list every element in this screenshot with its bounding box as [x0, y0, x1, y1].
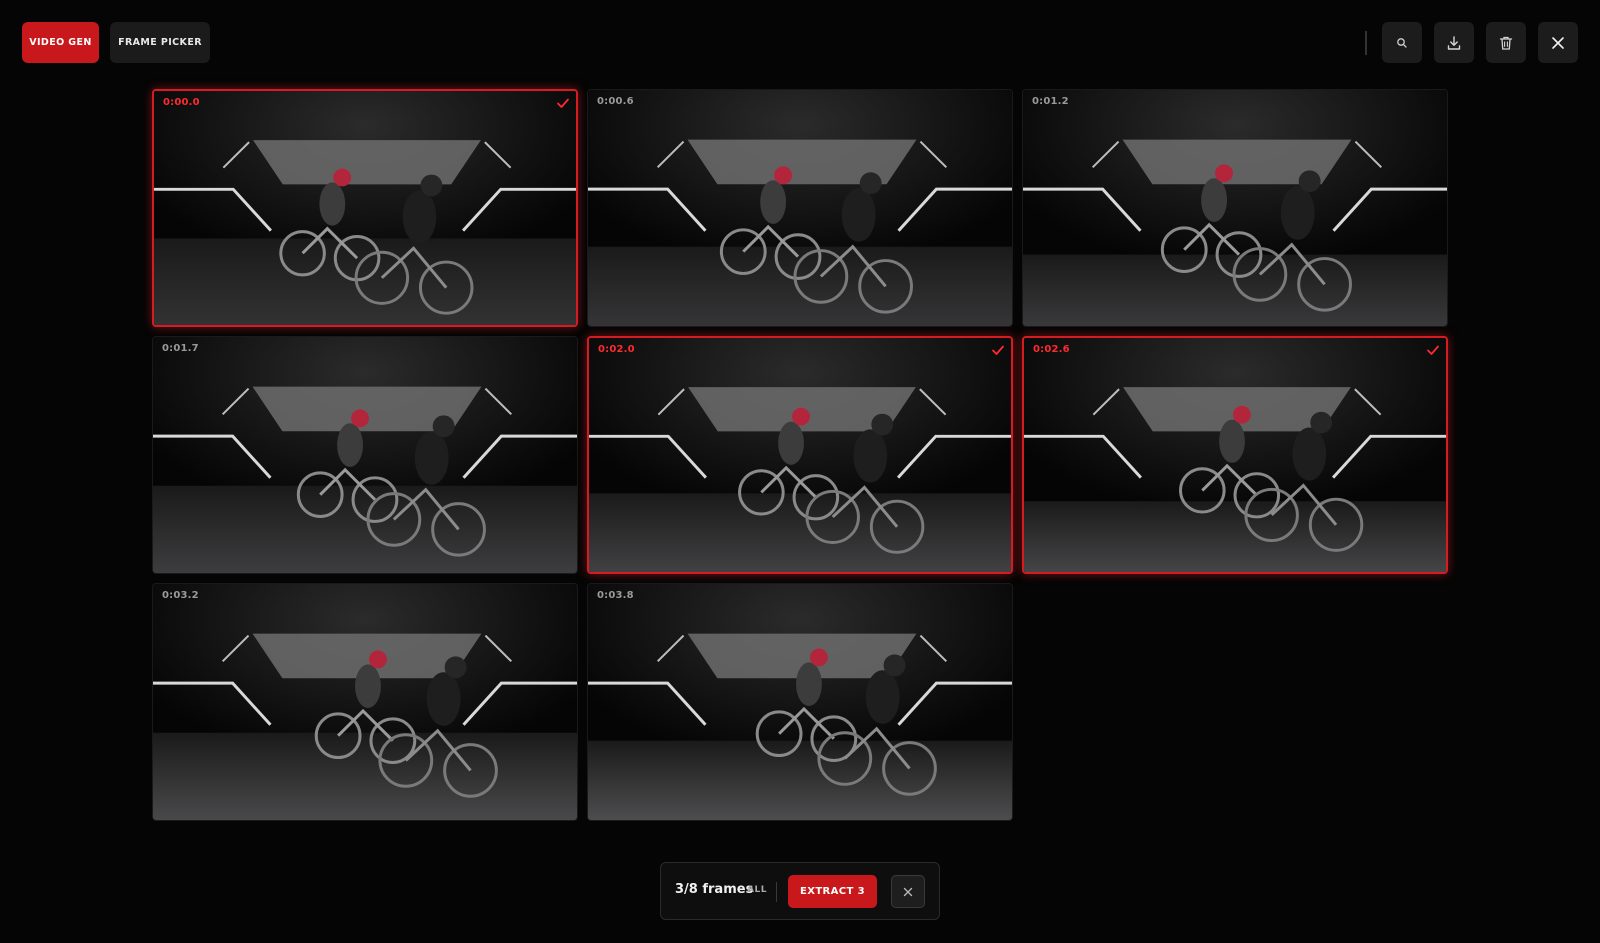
frame-thumbnail — [154, 91, 576, 325]
tab-video-gen[interactable]: VIDEO GEN — [22, 22, 99, 63]
delete-button[interactable] — [1486, 22, 1526, 63]
frame-timestamp: 0:02.6 — [1033, 344, 1070, 355]
frame-timestamp: 0:02.0 — [598, 344, 635, 355]
selection-bar: 3/8 frames ALL EXTRACT 3 — [660, 862, 940, 920]
checkmark-icon — [1427, 345, 1439, 355]
extract-button[interactable]: EXTRACT 3 — [788, 875, 877, 908]
toolbar-divider — [1365, 31, 1367, 55]
frame-tile[interactable]: 0:01.7 — [152, 336, 578, 574]
frame-timestamp: 0:03.8 — [597, 590, 634, 601]
frame-thumbnail — [588, 584, 1012, 820]
tab-frame-picker[interactable]: FRAME PICKER — [110, 22, 210, 63]
search-icon — [1397, 37, 1407, 48]
selection-bar-divider — [776, 882, 777, 902]
frame-tile[interactable]: 0:02.0 — [587, 336, 1013, 574]
frame-tile[interactable]: 0:00.6 — [587, 89, 1013, 327]
frame-tile[interactable]: 0:00.0 — [152, 89, 578, 327]
frame-thumbnail — [1023, 90, 1447, 326]
download-button[interactable] — [1434, 22, 1474, 63]
close-icon — [903, 887, 913, 896]
frame-timestamp: 0:03.2 — [162, 590, 199, 601]
close-icon — [1552, 36, 1564, 49]
close-button[interactable] — [1538, 22, 1578, 63]
frame-timestamp: 0:00.0 — [163, 97, 200, 108]
frame-tile[interactable]: 0:03.2 — [152, 583, 578, 821]
frame-thumbnail — [589, 338, 1011, 572]
frame-tile[interactable]: 0:01.2 — [1022, 89, 1448, 327]
frame-tile[interactable]: 0:02.6 — [1022, 336, 1448, 574]
search-button[interactable] — [1382, 22, 1422, 63]
frame-timestamp: 0:01.7 — [162, 343, 199, 354]
frame-timestamp: 0:00.6 — [597, 96, 634, 107]
frame-thumbnail — [153, 337, 577, 573]
trash-icon — [1499, 36, 1513, 50]
frame-thumbnail — [153, 584, 577, 820]
top-toolbar: VIDEO GEN FRAME PICKER — [0, 0, 1600, 86]
frame-thumbnail — [1024, 338, 1446, 572]
frame-timestamp: 0:01.2 — [1032, 96, 1069, 107]
checkmark-icon — [992, 345, 1004, 355]
frame-thumbnail — [588, 90, 1012, 326]
frame-tile[interactable]: 0:03.8 — [587, 583, 1013, 821]
download-icon — [1447, 35, 1461, 50]
frame-count: 3/8 frames — [675, 882, 754, 897]
select-all-button[interactable]: ALL — [747, 885, 767, 895]
checkmark-icon — [557, 98, 569, 108]
clear-selection-button[interactable] — [891, 875, 925, 908]
